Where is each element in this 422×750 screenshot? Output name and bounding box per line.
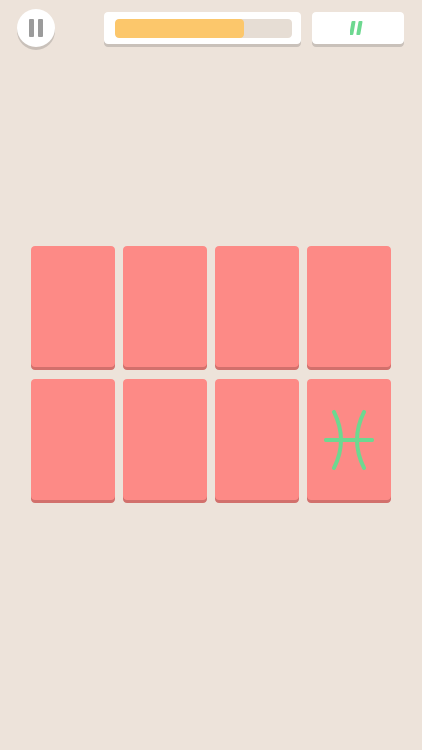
card-grid [31, 246, 391, 500]
card-face-down[interactable] [123, 379, 207, 500]
card-face-down[interactable] [215, 246, 299, 367]
tally-mark [350, 21, 356, 35]
tally-mark [356, 21, 363, 35]
card-face-down[interactable] [31, 246, 115, 367]
card-face-down[interactable] [307, 246, 391, 367]
card-face-down[interactable] [123, 246, 207, 367]
card-face-up[interactable] [307, 379, 391, 500]
pause-icon [29, 19, 43, 37]
card-face-down[interactable] [31, 379, 115, 500]
score-display [312, 12, 404, 44]
timer-track [115, 19, 292, 38]
timer-fill [115, 19, 245, 38]
timer-bar [104, 12, 301, 44]
pause-button[interactable] [17, 9, 55, 47]
tally-marks-icon [350, 21, 363, 35]
card-face-down[interactable] [215, 379, 299, 500]
pisces-icon [324, 409, 374, 470]
